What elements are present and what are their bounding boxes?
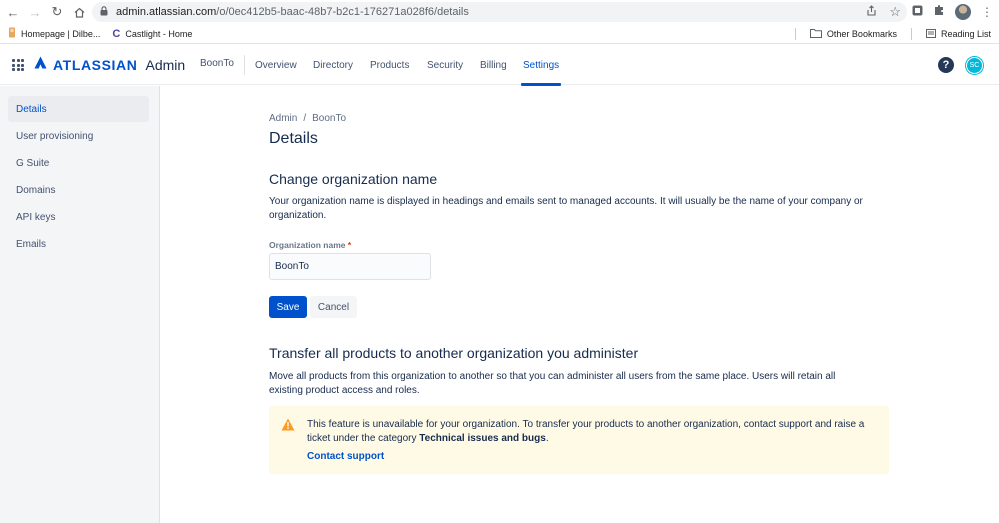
- lock-icon: [100, 3, 108, 21]
- forward-icon[interactable]: →: [26, 3, 44, 21]
- rename-section-title: Change organization name: [269, 171, 438, 187]
- sidebar-item-details[interactable]: Details: [8, 96, 149, 122]
- help-icon[interactable]: ?: [938, 57, 954, 73]
- app-switcher-icon[interactable]: [12, 59, 24, 71]
- breadcrumb-admin[interactable]: Admin: [269, 113, 297, 124]
- extension-icon[interactable]: [912, 3, 923, 21]
- nav-settings[interactable]: Settings: [521, 45, 562, 86]
- warning-icon: [281, 418, 295, 431]
- star-icon[interactable]: ☆: [889, 4, 901, 20]
- bookmarks-bar: Homepage | Dilbe... C Castlight - Home O…: [0, 24, 999, 44]
- warning-banner: This feature is unavailable for your org…: [269, 406, 889, 474]
- page-title: Details: [269, 130, 318, 147]
- reload-icon[interactable]: ↻: [48, 3, 66, 21]
- sidebar-item-user-provisioning[interactable]: User provisioning: [8, 123, 149, 149]
- browser-toolbar: ← → ↻ admin.atlassian.com/o/0ec412b5-baa…: [0, 0, 999, 24]
- breadcrumb-org[interactable]: BoonTo: [312, 113, 346, 124]
- url-text: admin.atlassian.com/o/0ec412b5-baac-48b7…: [116, 6, 469, 18]
- warning-category: Technical issues and bugs: [419, 432, 546, 444]
- breadcrumb-separator: /: [303, 113, 307, 124]
- more-icon[interactable]: ⋮: [981, 5, 993, 19]
- cancel-button[interactable]: Cancel: [310, 296, 357, 318]
- sidebar-item-emails[interactable]: Emails: [8, 231, 149, 257]
- castlight-icon: C: [112, 27, 121, 40]
- reading-list-icon: [925, 28, 936, 40]
- other-bookmarks[interactable]: Other Bookmarks: [809, 28, 897, 40]
- nav-security[interactable]: Security: [427, 45, 463, 85]
- nav-products[interactable]: Products: [370, 45, 409, 85]
- transfer-section-title: Transfer all products to another organiz…: [269, 345, 639, 361]
- top-navigation: ATLASSIAN Admin BoonTo Overview Director…: [0, 45, 999, 86]
- folder-icon: [809, 28, 822, 40]
- sidebar-item-api-keys[interactable]: API keys: [8, 204, 149, 230]
- nav-overview[interactable]: Overview: [255, 45, 297, 85]
- puzzle-icon[interactable]: [933, 3, 945, 21]
- bookmark-favicon-icon: [8, 27, 16, 40]
- required-mark: *: [347, 240, 352, 250]
- transfer-description: Move all products from this organization…: [269, 371, 836, 396]
- org-name-label: Organization name *: [269, 240, 352, 250]
- breadcrumb: Admin / BoonTo: [269, 113, 346, 124]
- save-button[interactable]: Save: [269, 296, 307, 318]
- bookmark-item[interactable]: Homepage | Dilbe...: [8, 27, 100, 40]
- address-bar[interactable]: admin.atlassian.com/o/0ec412b5-baac-48b7…: [92, 2, 907, 22]
- back-icon[interactable]: ←: [4, 3, 22, 21]
- nav-directory[interactable]: Directory: [313, 45, 353, 85]
- org-name-input[interactable]: [269, 253, 431, 280]
- user-avatar[interactable]: SC: [966, 57, 983, 74]
- org-switcher[interactable]: BoonTo: [200, 58, 234, 69]
- nav-divider: [244, 55, 245, 75]
- sidebar-item-g-suite[interactable]: G Suite: [8, 150, 149, 176]
- atlassian-logo-icon: [34, 56, 47, 74]
- sidebar: Details User provisioning G Suite Domain…: [0, 86, 160, 523]
- home-icon[interactable]: [70, 3, 88, 21]
- profile-avatar[interactable]: [955, 4, 971, 20]
- contact-support-link[interactable]: Contact support: [307, 451, 384, 462]
- warning-text: This feature is unavailable for your org…: [307, 419, 865, 444]
- rename-description: Your organization name is displayed in h…: [269, 196, 863, 221]
- reading-list[interactable]: Reading List: [925, 28, 991, 40]
- share-icon[interactable]: [866, 3, 877, 21]
- atlassian-admin-logo[interactable]: ATLASSIAN Admin: [34, 55, 185, 75]
- bookmark-item[interactable]: C Castlight - Home: [112, 28, 192, 40]
- sidebar-item-domains[interactable]: Domains: [8, 177, 149, 203]
- nav-billing[interactable]: Billing: [480, 45, 507, 85]
